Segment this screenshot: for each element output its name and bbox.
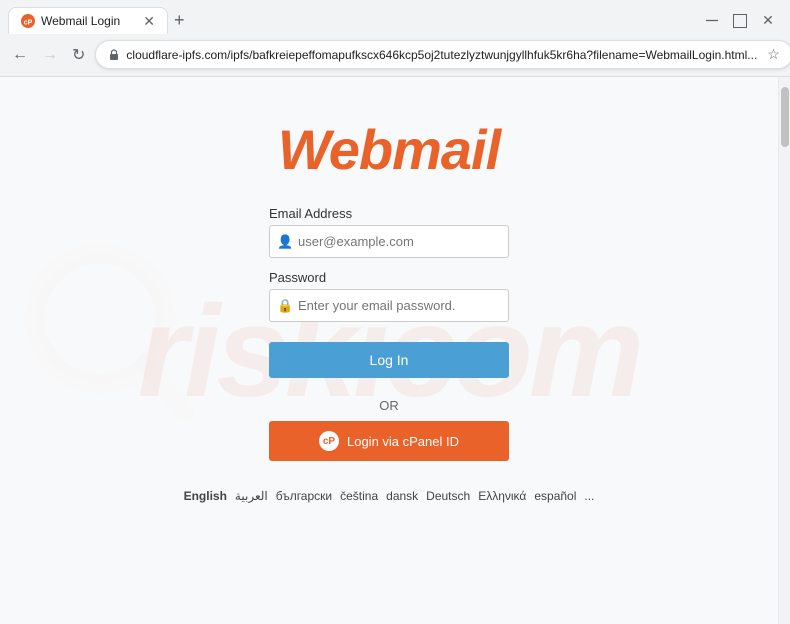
lock-icon <box>108 49 120 61</box>
lang-item-da[interactable]: dansk <box>386 489 418 503</box>
maximize-button[interactable] <box>734 15 746 27</box>
password-input[interactable] <box>269 289 509 322</box>
tab-title: Webmail Login <box>41 14 120 28</box>
lock-field-icon: 🔒 <box>277 298 293 314</box>
url-text: cloudflare-ipfs.com/ipfs/bafkreiepeffoma… <box>126 48 757 62</box>
scrollbar-thumb[interactable] <box>781 87 789 147</box>
page-content: riskicom Webmail Email Address 👤 Passwor… <box>0 77 778 624</box>
lang-item-more[interactable]: ... <box>584 489 594 503</box>
login-button[interactable]: Log In <box>269 342 509 378</box>
page-wrapper: riskicom Webmail Email Address 👤 Passwor… <box>0 77 790 624</box>
back-button[interactable]: ← <box>8 41 32 69</box>
address-bar-row: ← → ↻ cloudflare-ipfs.com/ipfs/bafkreiep… <box>0 35 790 76</box>
cpanel-icon: cP <box>319 431 339 451</box>
login-container: Webmail Email Address 👤 Password 🔒 Log I… <box>129 77 649 531</box>
or-divider: OR <box>379 398 399 413</box>
lang-item-es[interactable]: español <box>534 489 576 503</box>
email-form-group: Email Address 👤 <box>269 206 509 258</box>
password-input-wrapper: 🔒 <box>269 289 509 322</box>
email-input-wrapper: 👤 <box>269 225 509 258</box>
active-tab[interactable]: cP Webmail Login ✕ <box>8 7 168 34</box>
password-label: Password <box>269 270 509 285</box>
address-icons: ☆ <box>767 46 780 63</box>
browser-chrome: cP Webmail Login ✕ + ✕ ← → ↻ cloudflare-… <box>0 0 790 77</box>
address-bar[interactable]: cloudflare-ipfs.com/ipfs/bafkreiepeffoma… <box>95 40 790 69</box>
reload-button[interactable]: ↻ <box>68 41 89 69</box>
new-tab-button[interactable]: + <box>168 6 191 35</box>
cpanel-login-button[interactable]: cP Login via cPanel ID <box>269 421 509 461</box>
email-label: Email Address <box>269 206 509 221</box>
forward-button[interactable]: → <box>38 41 62 69</box>
tab-close-button[interactable]: ✕ <box>143 14 155 28</box>
close-button[interactable]: ✕ <box>762 15 774 27</box>
lang-item-cs[interactable]: čeština <box>340 489 378 503</box>
lang-item-en[interactable]: English <box>184 489 227 503</box>
bookmark-star-icon[interactable]: ☆ <box>767 46 780 63</box>
window-controls: ✕ <box>706 15 782 27</box>
user-icon: 👤 <box>277 234 293 250</box>
lang-item-ar[interactable]: العربية <box>235 489 268 503</box>
scrollbar[interactable] <box>778 77 790 624</box>
svg-text:cP: cP <box>24 20 33 27</box>
password-form-group: Password 🔒 <box>269 270 509 322</box>
lang-item-bg[interactable]: български <box>276 489 332 503</box>
language-bar: English العربية български čeština dansk Deuts… <box>168 481 611 511</box>
webmail-logo: Webmail <box>278 117 500 182</box>
lang-item-de[interactable]: Deutsch <box>426 489 470 503</box>
cpanel-button-label: Login via cPanel ID <box>347 434 459 449</box>
minimize-button[interactable] <box>706 15 718 27</box>
email-input[interactable] <box>269 225 509 258</box>
lang-item-el[interactable]: Ελληνικά <box>478 489 526 503</box>
tab-favicon: cP <box>21 14 35 28</box>
